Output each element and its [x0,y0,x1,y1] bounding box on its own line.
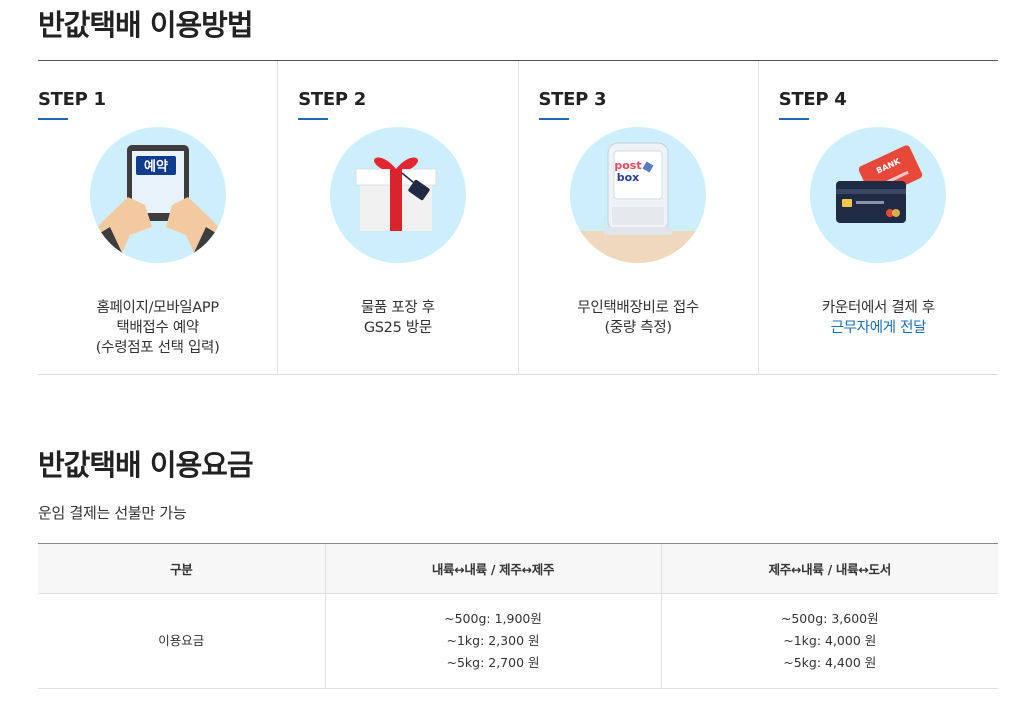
tablet-reservation-icon: 예약 [89,127,226,263]
bank-card-icon: BANK [810,127,947,263]
step-label: STEP 2 [298,89,366,110]
postbox-kiosk-icon: post box [570,127,707,263]
steps-row: STEP 1 예약 홈페이지/모바일APP 택배접수 예약 (수령점포 선택 입… [38,61,998,375]
price-line: ~1kg: 4,000 원 [783,633,877,648]
step-description: 물품 포장 후 GS25 방문 [278,298,517,338]
step-desc-line: (수령점포 선택 입력) [95,340,220,356]
step-description: 카운터에서 결제 후 근무자에게 전달 [759,298,998,338]
row-label: 이용요금 [38,593,325,689]
header-category: 구분 [38,543,325,594]
price-line: ~1kg: 2,300 원 [446,633,540,648]
step-label: STEP 1 [38,89,106,110]
step-description: 홈페이지/모바일APP 택배접수 예약 (수령점포 선택 입력) [38,298,277,358]
step-desc-line: 무인택배장비로 접수 [577,300,699,316]
price-cell: ~500g: 3,600원 ~1kg: 4,000 원 ~5kg: 4,400 … [660,593,998,689]
step-4: STEP 4 BANK 카운터에서 결제 후 근무자에게 전달 [757,61,998,374]
step-desc-line: 카운터에서 결제 후 [821,300,935,316]
header-mainland-mainland: 내륙↔내륙 / 제주↔제주 [324,543,661,594]
step-label: STEP 4 [778,89,847,110]
step-desc-line: 물품 포장 후 [360,300,435,316]
price-line: ~5kg: 2,700 원 [446,655,540,670]
step-desc-line: 택배접수 예약 [116,320,199,336]
step-underline [298,118,329,120]
price-line: ~500g: 1,900원 [444,611,542,626]
step-desc-highlight: 근무자에게 전달 [830,320,927,336]
step-desc-line: 홈페이지/모바일APP [96,300,219,316]
step-desc-line: (중량 측정) [604,320,672,336]
gift-box-icon [329,127,466,263]
payment-note: 운임 결제는 선불만 가능 [38,504,187,522]
step-1: STEP 1 예약 홈페이지/모바일APP 택배접수 예약 (수령점포 선택 입… [38,61,277,374]
step-underline [778,118,809,120]
step-desc-line: GS25 방문 [363,320,432,336]
header-jeju-mainland: 제주↔내륙 / 내륙↔도서 [660,543,998,594]
step-description: 무인택배장비로 접수 (중량 측정) [519,298,758,338]
step-3: STEP 3 post box 무인택배장비로 접수 (중량 측정) [517,61,758,374]
page-title-fees: 반값택배 이용요금 [38,448,254,482]
price-line: ~500g: 3,600원 [780,611,879,626]
price-line: ~5kg: 4,400 원 [783,655,877,670]
step-2: STEP 2 물품 포장 후 GS25 방문 [277,61,517,374]
step-underline [538,118,569,120]
price-cell: ~500g: 1,900원 ~1kg: 2,300 원 ~5kg: 2,700 … [324,593,661,689]
step-underline [38,118,68,120]
page-title-how-to-use: 반값택배 이용방법 [38,8,254,42]
reservation-badge-text: 예약 [144,159,168,175]
table-row: 이용요금 ~500g: 1,900원 ~1kg: 2,300 원 ~5kg: 2… [38,593,998,689]
step-label: STEP 3 [538,89,607,110]
table-header-row: 구분 내륙↔내륙 / 제주↔제주 제주↔내륙 / 내륙↔도서 [38,543,998,594]
fee-table: 구분 내륙↔내륙 / 제주↔제주 제주↔내륙 / 내륙↔도서 이용요금 ~500… [38,543,998,689]
postbox-brand-bottom: box [617,171,640,184]
